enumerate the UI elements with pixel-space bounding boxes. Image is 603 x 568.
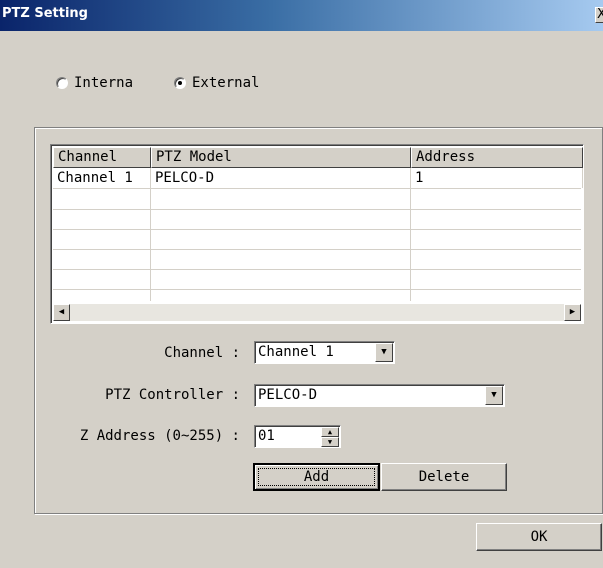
row-channel-cell: Channel 1 [53, 168, 151, 188]
ok-button[interactable]: OK [476, 523, 602, 551]
empty-row [53, 289, 581, 301]
horizontal-scrollbar[interactable]: ◀ ▶ [53, 304, 581, 321]
ptz-controller-label: PTZ Controller : [105, 387, 240, 403]
row-address-cell: 1 [411, 168, 583, 188]
scroll-right-icon[interactable]: ▶ [564, 304, 581, 321]
channel-label: Channel : [164, 345, 240, 361]
scroll-left-icon[interactable]: ◀ [53, 304, 70, 321]
empty-cell [53, 209, 151, 229]
empty-cell [151, 189, 411, 209]
empty-cell [151, 289, 411, 301]
radio-internal-circle[interactable] [56, 77, 68, 89]
window-title: PTZ Setting [2, 6, 88, 21]
focus-rectangle [258, 468, 375, 486]
list-header: Channel PTZ Model Address [53, 147, 583, 168]
empty-cell [151, 269, 411, 289]
column-header-ptz-model[interactable]: PTZ Model [151, 147, 411, 168]
chevron-down-icon[interactable]: ▼ [375, 343, 393, 362]
empty-cell [151, 229, 411, 249]
empty-cell [53, 189, 151, 209]
radio-external-circle[interactable] [174, 77, 186, 89]
channel-select-value: Channel 1 [258, 344, 334, 360]
ptz-list[interactable]: Channel PTZ Model Address Channel 1 PELC… [50, 144, 584, 324]
empty-cell [151, 249, 411, 269]
close-button[interactable]: X [595, 7, 603, 23]
radio-internal-label: Interna [74, 75, 134, 91]
column-header-address[interactable]: Address [411, 147, 583, 168]
empty-cell [53, 289, 151, 301]
empty-row [53, 249, 581, 270]
empty-row [53, 189, 581, 210]
table-row[interactable]: Channel 1 PELCO-D 1 [53, 168, 583, 189]
spin-down-icon[interactable]: ▼ [321, 437, 339, 447]
channel-select[interactable]: Channel 1 ▼ [254, 341, 395, 364]
ptz-controller-value: PELCO-D [258, 387, 318, 403]
empty-cell [53, 249, 151, 269]
radio-internal[interactable]: Interna [56, 75, 133, 91]
empty-cell [151, 209, 411, 229]
address-spinner[interactable]: 01 ▲ ▼ [254, 425, 341, 448]
radio-external-label: External [192, 75, 260, 91]
delete-button[interactable]: Delete [381, 463, 507, 491]
empty-row [53, 209, 581, 230]
column-header-channel[interactable]: Channel [53, 147, 151, 168]
empty-cell [53, 229, 151, 249]
spin-up-icon[interactable]: ▲ [321, 427, 339, 437]
empty-row [53, 269, 581, 290]
ptz-controller-select[interactable]: PELCO-D ▼ [254, 384, 505, 407]
radio-external[interactable]: External [174, 75, 259, 91]
address-label: Z Address (0~255) : [79, 428, 240, 444]
chevron-down-icon[interactable]: ▼ [485, 386, 503, 405]
add-button[interactable]: Add [253, 463, 380, 491]
title-bar: PTZ Setting X [0, 0, 603, 31]
address-value[interactable]: 01 [258, 428, 275, 445]
row-model-cell: PELCO-D [151, 168, 411, 188]
empty-row [53, 229, 581, 250]
empty-cell [53, 269, 151, 289]
